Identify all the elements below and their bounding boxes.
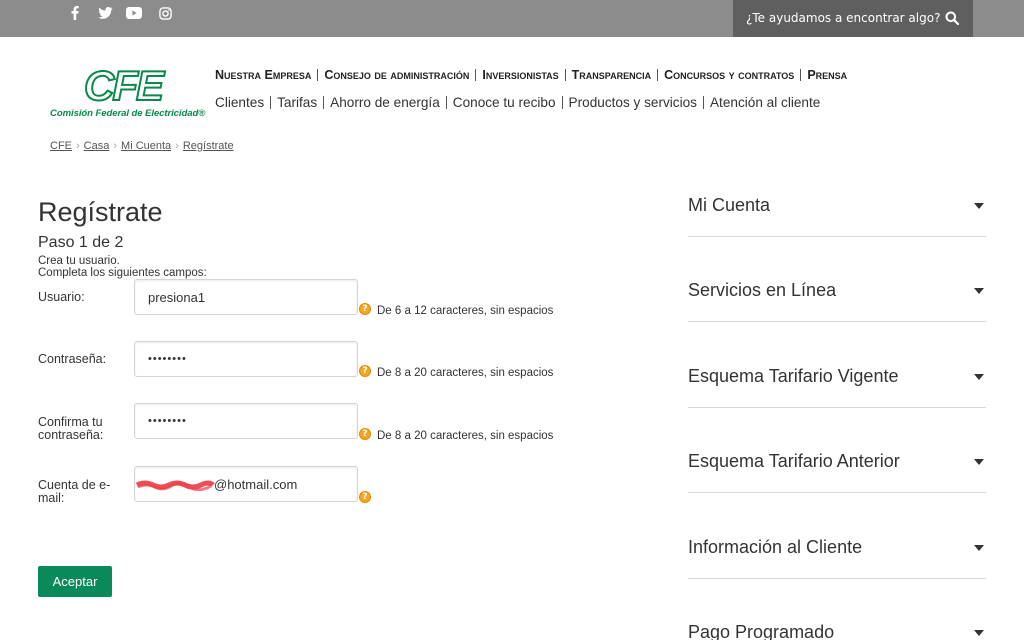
nav-separator — [702, 96, 704, 109]
sidebar-item-pago-programado[interactable]: Pago Programado — [688, 622, 986, 640]
sidebar-item-label: Mi Cuenta — [688, 195, 771, 215]
sidebar-item-label: Esquema Tarifario Anterior — [688, 451, 900, 471]
cfe-logo[interactable]: CFE Comisión Federal de Electricidad® — [50, 62, 206, 121]
youtube-icon[interactable] — [126, 5, 142, 21]
email-label: Cuenta de e-mail: — [38, 478, 111, 505]
search-box[interactable]: ¿Te ayudamos a encontrar algo? — [733, 0, 973, 37]
caret-down-icon — [974, 459, 984, 465]
secondary-nav: Clientes Tarifas Ahorro de energía Conoc… — [215, 95, 820, 110]
sidebar-item-informacion[interactable]: Información al Cliente — [688, 537, 986, 579]
email-value: @hotmail.com — [214, 477, 298, 492]
sidebar-item-label: Pago Programado — [688, 622, 835, 640]
help-icon[interactable]: ? — [359, 428, 371, 440]
nav-ahorro[interactable]: Ahorro de energía — [330, 95, 440, 110]
nav-separator — [445, 96, 447, 109]
top-bar: ¿Te ayudamos a encontrar algo? — [0, 0, 1024, 37]
chevron-right-icon: › — [175, 140, 179, 152]
caret-down-icon — [974, 288, 984, 294]
nav-consejo[interactable]: Consejo de administración — [324, 68, 469, 82]
nav-separator — [657, 69, 659, 81]
nav-tarifas[interactable]: Tarifas — [277, 95, 317, 110]
accept-button[interactable]: Aceptar — [38, 566, 112, 597]
chevron-right-icon: › — [76, 140, 80, 152]
search-icon[interactable] — [945, 10, 960, 26]
nav-transparencia[interactable]: Transparencia — [572, 68, 651, 82]
nav-concursos[interactable]: Concursos y contratos — [664, 68, 794, 82]
nav-separator — [270, 96, 272, 109]
redaction-scribble — [135, 480, 215, 491]
nav-recibo[interactable]: Conoce tu recibo — [453, 95, 556, 110]
nav-separator — [561, 96, 563, 109]
help-icon[interactable]: ? — [359, 365, 371, 377]
breadcrumb-casa[interactable]: Casa — [84, 140, 110, 152]
caret-down-icon — [974, 203, 984, 209]
nav-separator — [317, 69, 319, 81]
nav-prensa[interactable]: Prensa — [807, 68, 847, 82]
confirm-password-help: De 8 a 20 caracteres, sin espacios — [377, 430, 554, 442]
sidebar-item-label: Servicios en Línea — [688, 280, 837, 300]
caret-down-icon — [974, 374, 984, 380]
nav-separator — [564, 69, 566, 81]
step-indicator: Paso 1 de 2 — [38, 234, 124, 251]
chevron-right-icon: › — [113, 140, 118, 152]
username-help: De 6 a 12 caracteres, sin espacios — [377, 305, 554, 317]
facebook-icon[interactable] — [70, 5, 80, 21]
username-input[interactable]: presiona1 — [134, 279, 358, 315]
primary-nav: Nuestra Empresa Consejo de administració… — [215, 68, 847, 82]
page-title: Regístrate — [38, 197, 163, 227]
breadcrumb-mi-cuenta[interactable]: Mi Cuenta — [121, 140, 171, 152]
password-input[interactable]: •••••••• — [134, 341, 358, 377]
nav-productos[interactable]: Productos y servicios — [569, 95, 697, 110]
sidebar-item-esquema-vigente[interactable]: Esquema Tarifario Vigente — [688, 366, 986, 408]
sidebar-item-label: Esquema Tarifario Vigente — [688, 366, 899, 386]
confirm-password-label: Confirma tu contraseña: — [38, 415, 104, 442]
sidebar-item-esquema-anterior[interactable]: Esquema Tarifario Anterior — [688, 451, 986, 493]
nav-atencion[interactable]: Atención al cliente — [710, 95, 820, 110]
password-label: Contraseña: — [38, 352, 107, 366]
sidebar-item-mi-cuenta[interactable]: Mi Cuenta — [688, 195, 986, 237]
nav-nuestra-empresa[interactable]: Nuestra Empresa — [215, 68, 311, 82]
form-hint: Crea tu usuario. — [38, 255, 120, 267]
nav-clientes[interactable]: Clientes — [215, 95, 264, 110]
sidebar-item-servicios[interactable]: Servicios en Línea — [688, 280, 986, 322]
help-icon[interactable]: ? — [359, 491, 371, 503]
nav-separator — [475, 69, 477, 81]
breadcrumb-cfe[interactable]: CFE — [50, 140, 72, 152]
breadcrumb-registrate[interactable]: Regístrate — [183, 140, 234, 152]
username-label: Usuario: — [38, 290, 85, 304]
sidebar-item-label: Información al Cliente — [688, 537, 863, 557]
nav-separator — [800, 69, 802, 81]
form-instructions: Completa los siguientes campos: — [38, 267, 207, 279]
twitter-icon[interactable] — [97, 5, 113, 21]
caret-down-icon — [974, 630, 984, 636]
instagram-icon[interactable] — [158, 5, 172, 21]
nav-inversionistas[interactable]: Inversionistas — [482, 68, 558, 82]
logo-mark: CFE — [83, 62, 165, 109]
help-icon[interactable]: ? — [359, 303, 371, 315]
nav-separator — [323, 96, 325, 109]
breadcrumb: CFE › Casa › Mi Cuenta › Regístrate — [50, 140, 234, 152]
logo-subtitle: Comisión Federal de Electricidad® — [50, 108, 206, 119]
caret-down-icon — [974, 545, 984, 551]
search-input[interactable]: ¿Te ayudamos a encontrar algo? — [746, 11, 940, 25]
confirm-password-input[interactable]: •••••••• — [134, 403, 358, 439]
password-help: De 8 a 20 caracteres, sin espacios — [377, 367, 554, 379]
